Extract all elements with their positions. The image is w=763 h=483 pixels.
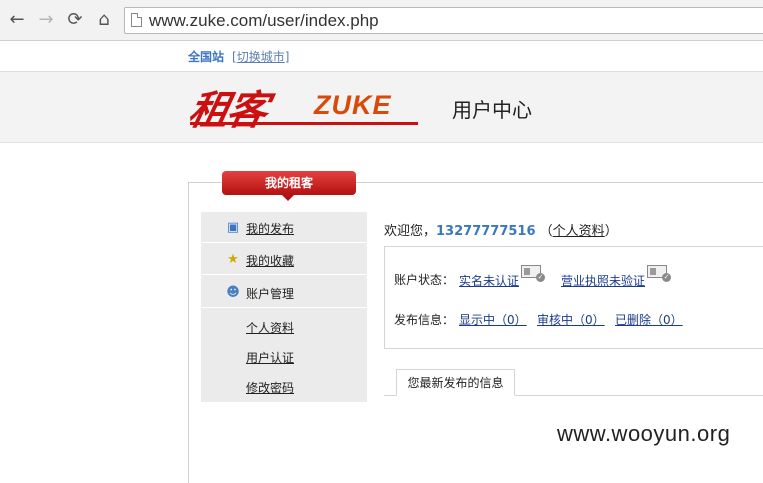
sidebar-item-label: 账户管理 xyxy=(246,287,295,301)
logo-chinese: 租客 xyxy=(184,87,271,134)
showing-link[interactable]: 显示中（0） xyxy=(459,311,527,328)
speech-bubble-icon: ▣ xyxy=(226,220,240,235)
sidebar-item-label[interactable]: 我的发布 xyxy=(246,220,294,237)
sidebar-item-label[interactable]: 我的收藏 xyxy=(246,252,294,269)
sidebar: ▣ 我的发布 ★ 我的收藏 ☻ 账户管理 个人资料 用户认证 修改密码 xyxy=(201,212,367,402)
welcome-line: 欢迎您，13277777516 （个人资料） xyxy=(384,220,618,239)
current-city: 全国站 xyxy=(188,50,225,64)
sidebar-item-favorites[interactable]: ★ 我的收藏 xyxy=(201,244,367,275)
sidebar-item-account[interactable]: ☻ 账户管理 xyxy=(201,277,367,308)
sidebar-item-my-posts[interactable]: ▣ 我的发布 xyxy=(201,212,367,243)
license-unverified-link[interactable]: 营业执照未验证 xyxy=(561,272,645,289)
sidebar-sub-verification[interactable]: 用户认证 xyxy=(246,349,294,366)
reviewing-link[interactable]: 审核中（0） xyxy=(537,311,605,328)
home-icon[interactable]: ⌂ xyxy=(93,8,115,32)
switch-city-label[interactable]: 切换城市 xyxy=(237,50,285,64)
profile-link[interactable]: 个人资料 xyxy=(553,224,605,239)
account-info-box xyxy=(384,246,763,349)
city-bar: 全国站 [切换城市] xyxy=(0,41,763,72)
publish-info-label: 发布信息： xyxy=(394,313,455,327)
welcome-prefix: 欢迎您， xyxy=(384,224,437,239)
switch-city-link[interactable]: [切换城市] xyxy=(232,48,289,65)
id-card-icon[interactable]: ✓ xyxy=(521,265,545,282)
back-icon[interactable]: ← xyxy=(6,8,28,32)
url-text[interactable]: www.zuke.com/user/index.php xyxy=(149,11,379,31)
address-bar[interactable]: www.zuke.com/user/index.php xyxy=(124,7,763,34)
user-phone: 13277777516 xyxy=(436,224,536,239)
realname-unverified-link[interactable]: 实名未认证 xyxy=(459,272,519,289)
my-zuke-tab[interactable]: 我的租客 xyxy=(222,171,356,201)
reload-icon[interactable]: ⟳ xyxy=(64,8,86,32)
page-icon xyxy=(131,13,142,27)
deleted-link[interactable]: 已删除（0） xyxy=(615,311,683,328)
forward-icon[interactable]: → xyxy=(35,8,57,32)
site-header: 租客 ZUKE 用户中心 xyxy=(0,72,763,143)
logo-underline xyxy=(190,122,418,125)
open-paren: （ xyxy=(539,224,553,239)
sidebar-sub-profile[interactable]: 个人资料 xyxy=(246,319,294,336)
tab-recent-posts[interactable]: 您最新发布的信息 xyxy=(396,369,515,396)
browser-toolbar: ← → ⟳ ⌂ www.zuke.com/user/index.php xyxy=(0,0,763,41)
page-title: 用户中心 xyxy=(452,98,532,122)
close-paren: ） xyxy=(604,224,618,239)
watermark: www.wooyun.org xyxy=(557,421,731,446)
logo-english: ZUKE xyxy=(314,90,392,120)
license-card-icon[interactable]: ✓ xyxy=(647,265,671,282)
user-icon: ☻ xyxy=(226,285,240,300)
sidebar-sub-change-password[interactable]: 修改密码 xyxy=(246,379,294,396)
account-status-label: 账户状态： xyxy=(394,273,455,287)
star-icon: ★ xyxy=(227,252,239,267)
